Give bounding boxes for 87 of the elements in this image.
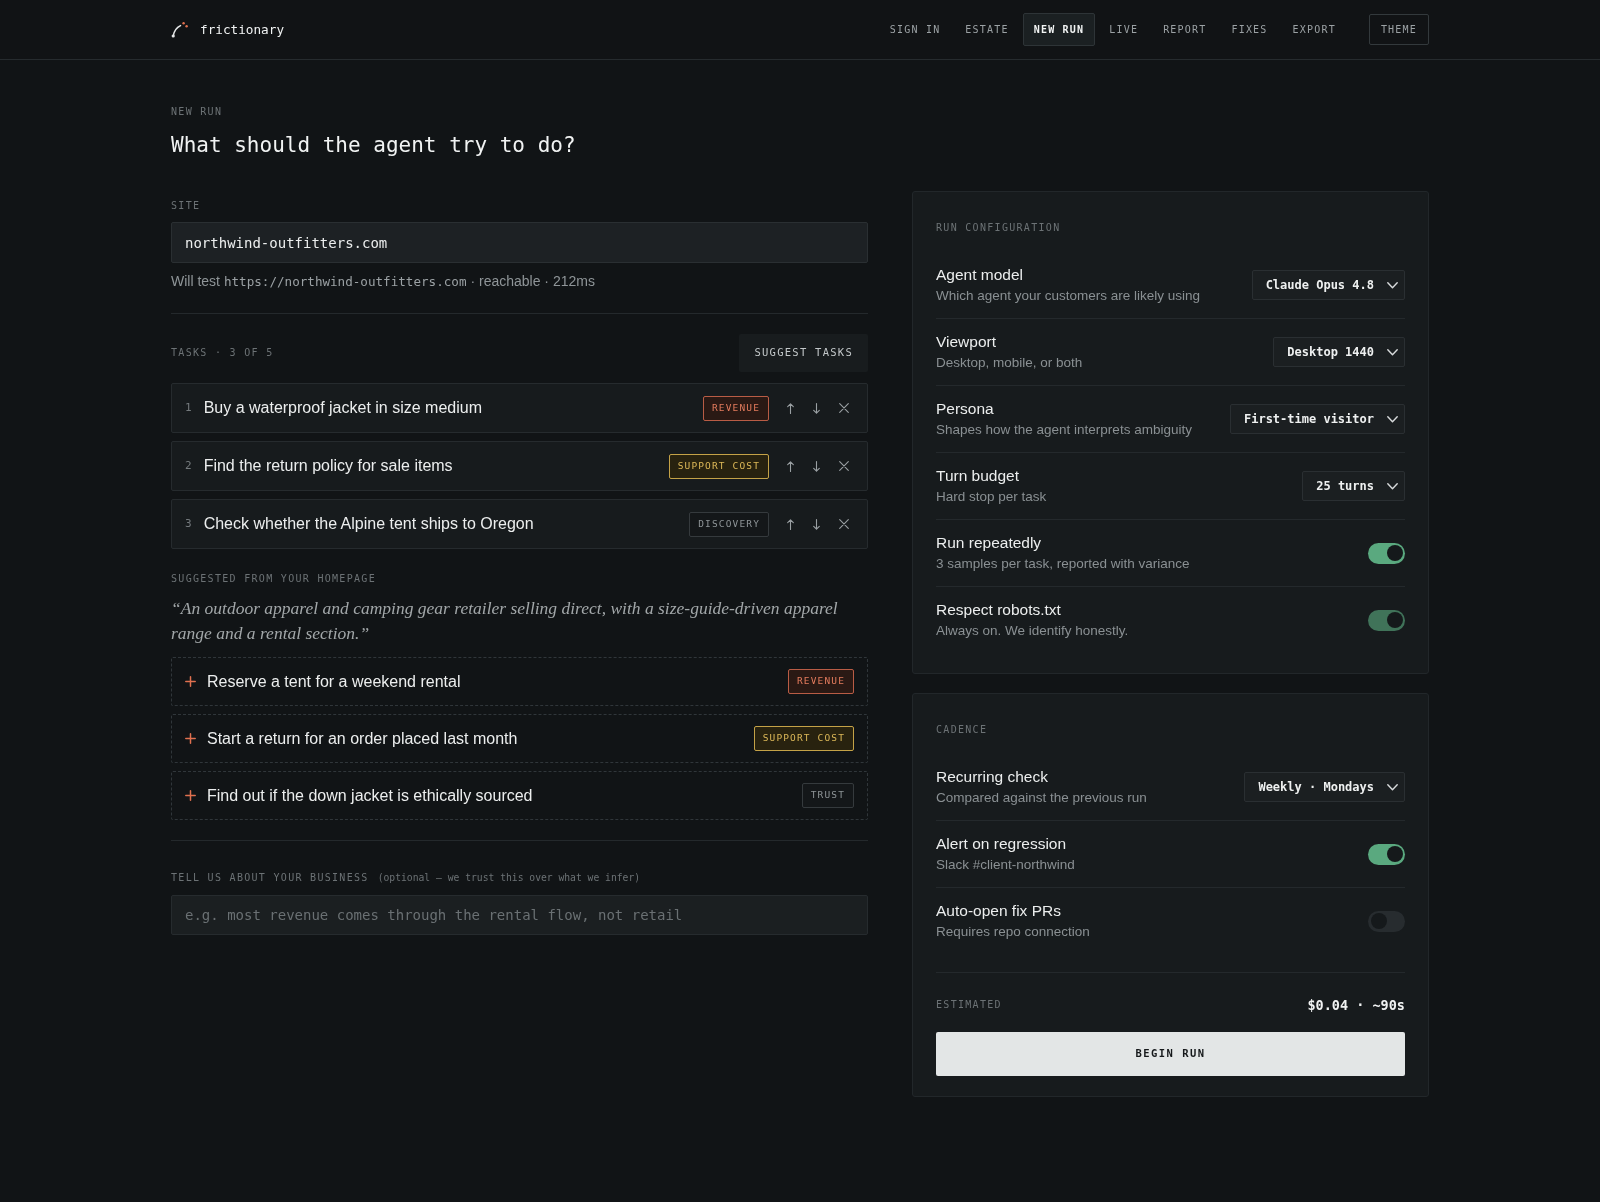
dropdown-select[interactable]: Desktop 1440 xyxy=(1273,337,1405,367)
task-text: Start a return for an order placed last month xyxy=(207,729,518,747)
suggest-tasks-button[interactable]: SUGGEST TASKS xyxy=(739,334,868,372)
setting-description: Desktop, mobile, or both xyxy=(936,354,1083,372)
task-number: 3 xyxy=(185,515,192,532)
setting-description: Which agent your customers are likely using xyxy=(936,287,1201,305)
setting-label: Persona xyxy=(936,399,994,419)
task-number: 1 xyxy=(185,399,192,416)
setting-description: Compared against the previous run xyxy=(936,789,1147,807)
arrow-up-icon xyxy=(787,402,794,414)
setting-label: Respect robots.txt xyxy=(936,600,1061,620)
task-text: Reserve a tent for a weekend rental xyxy=(207,672,461,690)
setting-label: Auto-open fix PRs xyxy=(936,901,1061,921)
category-tag: DISCOVERY xyxy=(689,511,769,537)
setting-description: Shapes how the agent interprets ambiguity xyxy=(936,421,1192,439)
dropdown-select[interactable]: Claude Opus 4.8 xyxy=(1251,270,1405,300)
toggle-switch[interactable] xyxy=(1368,542,1405,564)
panel-heading: CADENCE xyxy=(936,723,988,737)
category-tag: REVENUE xyxy=(702,395,769,421)
arrow-down-icon xyxy=(813,518,820,530)
setting-label: Run repeatedly xyxy=(936,533,1042,553)
setting-description: Always on. We identify honestly. xyxy=(936,622,1129,640)
estimate-label: ESTIMATED xyxy=(936,998,1002,1012)
task-text: Buy a waterproof jacket in size medium xyxy=(203,399,482,416)
business-input[interactable]: e.g. most revenue comes through the rental flow, not retail xyxy=(171,895,868,935)
task-text: Find out if the down jacket is ethically sourced xyxy=(207,786,533,804)
section-heading: SUGGESTED FROM YOUR HOMEPAGE xyxy=(171,572,376,586)
field-label: TELL US ABOUT YOUR BUSINESS xyxy=(171,871,369,885)
chevron-down-icon xyxy=(1387,415,1398,423)
field-label: SITE xyxy=(171,199,201,213)
setting-label: Viewport xyxy=(936,332,997,352)
arrow-down-icon xyxy=(813,402,820,414)
site-input[interactable]: northwind-outfitters.com xyxy=(171,222,868,263)
task-text: Check whether the Alpine tent ships to Oregon xyxy=(203,515,534,532)
nav-link[interactable]: NEW RUN xyxy=(1022,13,1096,46)
setting-label: Recurring check xyxy=(936,767,1048,787)
setting-label: Agent model xyxy=(936,265,1024,285)
setting-description: Hard stop per task xyxy=(936,488,1047,506)
chevron-down-icon xyxy=(1387,783,1398,791)
site-summary-quote: “An outdoor apparel and camping gear retailer selling direct, with a size-guide-driven apparel range and a rental section.” xyxy=(171,597,839,645)
toggle-switch[interactable] xyxy=(1368,843,1405,865)
close-icon xyxy=(839,519,849,529)
plus-icon xyxy=(185,676,196,687)
task-text: Find the return policy for sale items xyxy=(203,457,453,474)
begin-run-button[interactable]: BEGIN RUN xyxy=(936,1032,1405,1076)
nav-link[interactable]: FIXES xyxy=(1220,13,1279,46)
setting-description: Requires repo connection xyxy=(936,923,1090,941)
field-note: (optional — we trust this over what we infer) xyxy=(377,871,641,885)
arrow-down-icon xyxy=(813,460,820,472)
nav-link[interactable]: LIVE xyxy=(1098,13,1150,46)
arrow-up-icon xyxy=(787,518,794,530)
page-eyebrow: NEW RUN xyxy=(171,105,223,119)
category-tag: SUPPORT COST xyxy=(753,726,854,751)
theme-button[interactable]: THEME xyxy=(1368,14,1429,45)
plus-icon xyxy=(185,733,196,744)
dropdown-select[interactable]: First-time visitor xyxy=(1229,404,1405,434)
setting-label: Turn budget xyxy=(936,466,1019,486)
panel-heading: RUN CONFIGURATION xyxy=(936,221,1061,235)
close-icon xyxy=(839,403,849,413)
category-tag: TRUST xyxy=(801,783,854,808)
page-title: What should the agent try to do? xyxy=(171,132,576,159)
nav-link[interactable]: REPORT xyxy=(1152,13,1218,46)
setting-label: Alert on regression xyxy=(936,834,1067,854)
section-heading: TASKS · 3 OF 5 xyxy=(171,346,274,360)
nav-link[interactable]: SIGN IN xyxy=(878,13,952,46)
estimate-value: $0.04 · ~90s xyxy=(1307,995,1405,1015)
dropdown-select[interactable]: 25 turns xyxy=(1302,471,1405,501)
plus-icon xyxy=(185,790,196,801)
close-icon xyxy=(839,461,849,471)
nav-link[interactable]: ESTATE xyxy=(954,13,1020,46)
suggested-task-row[interactable]: Find out if the down jacket is ethically sourced TRUST xyxy=(171,771,868,820)
dropdown-select[interactable]: Weekly · Mondays xyxy=(1244,772,1405,802)
suggested-task-row[interactable]: Reserve a tent for a weekend rental REVENUE xyxy=(171,657,868,706)
logo-icon xyxy=(171,21,188,38)
chevron-down-icon xyxy=(1387,482,1398,490)
category-tag: SUPPORT COST xyxy=(668,453,769,479)
task-number: 2 xyxy=(185,457,192,474)
status-text: Will test https://northwind-outfitters.com · reachable · 212ms xyxy=(171,272,595,291)
arrow-up-icon xyxy=(787,460,794,472)
category-tag: REVENUE xyxy=(787,669,854,694)
setting-description: 3 samples per task, reported with variance xyxy=(936,555,1190,573)
chevron-down-icon xyxy=(1387,348,1398,356)
setting-description: Slack #client-northwind xyxy=(936,856,1075,874)
nav-link[interactable]: EXPORT xyxy=(1281,13,1347,46)
brand-name: frictionary xyxy=(200,20,285,39)
suggested-task-row[interactable]: Start a return for an order placed last month SUPPORT COST xyxy=(171,714,868,763)
chevron-down-icon xyxy=(1387,281,1398,289)
